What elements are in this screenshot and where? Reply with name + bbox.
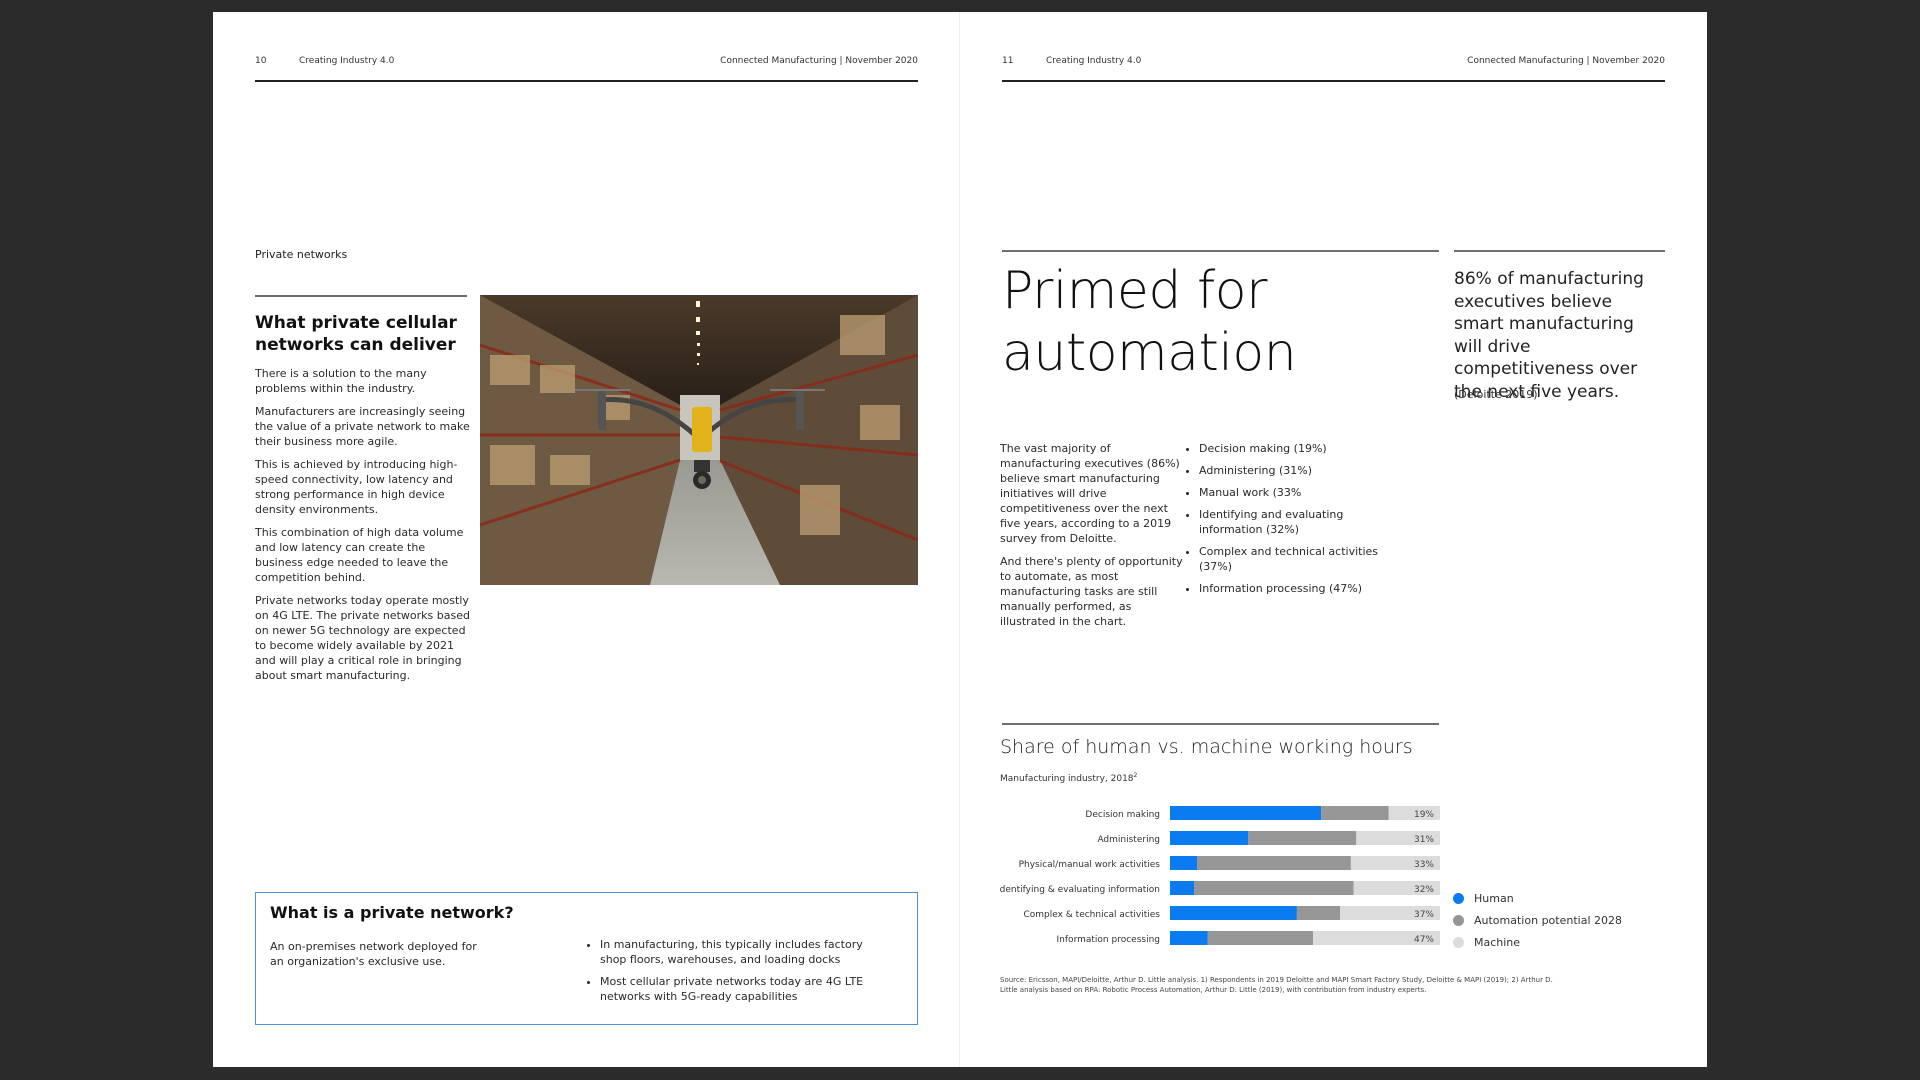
legend-label: Machine [1474, 935, 1521, 949]
bar-segment-automation-potential-2028 [1207, 931, 1314, 945]
legend-item: Automation potential 2028 [1453, 909, 1622, 931]
data-label: 32% [1414, 885, 1434, 895]
bar-segment-automation-potential-2028 [1197, 856, 1351, 870]
info-box: What is a private network? An on-premise… [255, 892, 918, 1025]
paragraph: There is a solution to the many problems… [255, 367, 427, 395]
bar-row: Decision making 19% [1085, 806, 1440, 820]
divider [1002, 723, 1439, 725]
list-item: In manufacturing, this typically include… [600, 937, 880, 967]
bar-segment-automation-potential-2028 [1296, 906, 1341, 920]
category-label: Administering [1097, 835, 1160, 845]
section-label: Private networks [255, 248, 348, 261]
bar-segment-human [1170, 856, 1197, 870]
section-heading: What private cellular networks can deliv… [255, 313, 457, 355]
bar-row: Information processing 47% [1057, 931, 1440, 945]
bar-row: Physical/manual work activities 33% [1019, 856, 1440, 870]
list-item: Complex and technical activities (37%) [1199, 544, 1399, 574]
data-label: 37% [1414, 910, 1434, 920]
page-header: 10 Creating Industry 4.0 Connected Manuf… [255, 46, 918, 82]
list-item: Manual work (33% [1199, 485, 1399, 500]
section-date: Connected Manufacturing | November 2020 [1467, 56, 1665, 66]
paragraph: The vast majority of manufacturing execu… [1000, 442, 1180, 545]
page-header: 11 Creating Industry 4.0 Connected Manuf… [1002, 46, 1665, 82]
paragraph: And there's plenty of opportunity to aut… [1000, 555, 1183, 628]
data-label: 47% [1414, 935, 1434, 945]
list-item: Decision making (19%) [1199, 441, 1399, 456]
pull-quote: 86% of manufacturing executives believe … [1454, 269, 1644, 402]
bar-segment-human [1170, 931, 1208, 945]
body-text: There is a solution to the many problems… [255, 366, 470, 691]
footnote-mark: 2 [1133, 772, 1138, 779]
publication-title: Creating Industry 4.0 [299, 56, 395, 66]
info-box-definition: An on-premises network deployed for an o… [270, 940, 477, 968]
category-label: Decision making [1085, 810, 1160, 820]
chart-subtitle: Manufacturing industry, 20182 [1000, 772, 1137, 784]
data-label: 33% [1414, 860, 1434, 870]
list-item: Most cellular private networks today are… [600, 974, 880, 1004]
page-number: 10 [255, 56, 267, 66]
list-item: Identifying and evaluating information (… [1199, 507, 1399, 537]
bar-row: Identifying & evaluating information 32% [1000, 881, 1440, 895]
paragraph: This is achieved by introducing high-spe… [255, 458, 458, 516]
bar-row: Administering 31% [1097, 831, 1440, 845]
info-box-bullets: In manufacturing, this typically include… [586, 937, 880, 1011]
publication-title: Creating Industry 4.0 [1046, 56, 1142, 66]
bar-segment-automation-potential-2028 [1248, 831, 1357, 845]
legend-dot-icon [1453, 892, 1464, 904]
legend-label: Automation potential 2028 [1474, 913, 1622, 927]
category-label: Complex & technical activities [1023, 910, 1160, 920]
bar-row: Complex & technical activities 37% [1023, 906, 1440, 920]
paragraph: Private networks today operate mostly on… [255, 594, 470, 682]
task-list: Decision making (19%) Administering (31%… [1185, 441, 1399, 603]
right-page: 11 Creating Industry 4.0 Connected Manuf… [960, 12, 1707, 1067]
chart-legend: Human Automation potential 2028 Machine [1453, 887, 1622, 953]
page-number: 11 [1002, 56, 1014, 66]
legend-dot-icon [1453, 936, 1464, 948]
category-label: Physical/manual work activities [1019, 860, 1161, 870]
bar-segment-human [1170, 881, 1195, 895]
bar-segment-human [1170, 806, 1322, 820]
photo-illustration [480, 295, 918, 585]
legend-dot-icon [1453, 914, 1464, 926]
left-page: 10 Creating Industry 4.0 Connected Manuf… [213, 12, 960, 1067]
divider [255, 295, 467, 297]
section-date: Connected Manufacturing | November 2020 [720, 56, 918, 66]
list-item: Information processing (47%) [1199, 581, 1399, 596]
list-item: Administering (31%) [1199, 463, 1399, 478]
bar-segment-human [1170, 831, 1249, 845]
category-label: Information processing [1057, 935, 1160, 945]
page-title: Primed for automation [1002, 261, 1297, 383]
category-label: Identifying & evaluating information [1000, 885, 1160, 895]
data-label: 19% [1414, 810, 1434, 820]
source-footnote: Source: Ericsson, MAPI/Deloitte, Arthur … [1000, 976, 1553, 994]
paragraph: Manufacturers are increasingly seeing th… [255, 405, 470, 448]
pull-quote-source: (Deloitte 2019) [1454, 388, 1538, 401]
legend-item: Human [1453, 887, 1622, 909]
data-label: 31% [1414, 835, 1434, 845]
intro-text: The vast majority of manufacturing execu… [1000, 441, 1190, 637]
bar-segment-automation-potential-2028 [1321, 806, 1389, 820]
divider [1454, 250, 1665, 252]
divider [1002, 250, 1439, 252]
info-box-title: What is a private network? [270, 903, 514, 922]
document-spread: 10 Creating Industry 4.0 Connected Manuf… [213, 12, 1707, 1067]
legend-label: Human [1474, 891, 1514, 905]
chart-title: Share of human vs. machine working hours [1000, 736, 1413, 758]
stacked-bar-chart: Decision making 19% Administering 31% Physic… [1000, 806, 1440, 945]
paragraph: This combination of high data volume and… [255, 526, 464, 584]
chart-subtitle-text: Manufacturing industry, 2018 [1000, 774, 1134, 784]
bar-segment-human [1170, 906, 1297, 920]
warehouse-drone-photo [480, 295, 918, 585]
legend-item: Machine [1453, 931, 1622, 953]
bar-segment-automation-potential-2028 [1194, 881, 1354, 895]
